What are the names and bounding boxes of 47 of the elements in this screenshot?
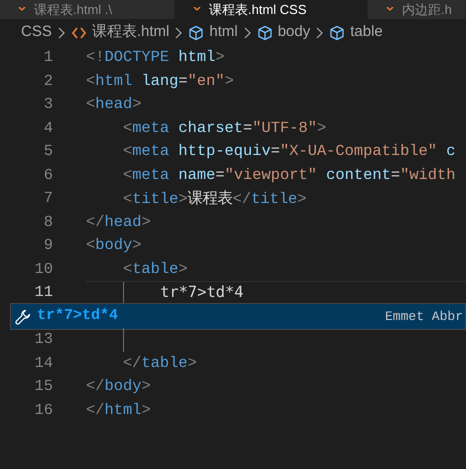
- code-icon: [70, 24, 87, 40]
- cube-icon: [329, 24, 346, 40]
- chevron-icon: [316, 26, 324, 38]
- line-number: 10: [34, 258, 53, 280]
- breadcrumb-item[interactable]: html: [209, 21, 238, 44]
- code-line: </html>: [86, 400, 151, 421]
- editor-tab[interactable]: 内边距.h: [368, 0, 466, 19]
- chevron-icon: [58, 26, 65, 38]
- code-line: <meta charset="UTF-8">: [122, 118, 326, 139]
- code-line: <head>: [86, 94, 142, 116]
- code-line: <html lang="en">: [86, 70, 234, 92]
- chevron-icon: [244, 26, 251, 38]
- breadcrumb-item[interactable]: body: [278, 21, 310, 44]
- suggestion-item[interactable]: tr*7>td*4 Emmet Abbr: [10, 303, 466, 330]
- line-number: 2: [42, 70, 53, 92]
- editor-tab[interactable]: 课程表.html .\: [0, 0, 175, 19]
- code-line: </body>: [86, 376, 151, 398]
- code-line: </table>: [122, 352, 197, 374]
- line-number: 11: [34, 282, 53, 304]
- code-line: <meta name="viewport" content="width: [122, 164, 456, 186]
- code-line: tr*7>td*4: [159, 282, 244, 303]
- line-number: 3: [42, 94, 53, 116]
- editor-tab[interactable]: 课程表.html CSS: [175, 0, 368, 19]
- code-line: </head>: [86, 212, 151, 233]
- code-line: <table>: [122, 258, 188, 280]
- breadcrumb-item[interactable]: table: [350, 21, 383, 44]
- wrench-icon: [15, 308, 31, 324]
- line-number: 9: [42, 235, 53, 256]
- line-number: 1: [42, 47, 53, 68]
- breadcrumb-item[interactable]: CSS: [21, 21, 52, 44]
- code-line: <title>课程表</title>: [122, 188, 307, 210]
- code-line: <!DOCTYPE html>: [86, 47, 225, 68]
- line-number: 15: [34, 376, 53, 398]
- line-number: 16: [34, 400, 53, 421]
- line-number: 8: [42, 212, 53, 233]
- line-number: 14: [34, 352, 53, 374]
- line-number: 4: [42, 118, 53, 139]
- chevron-icon: [175, 26, 182, 38]
- line-number: 6: [42, 164, 53, 186]
- code-line: <meta http-equiv="X-UA-Compatible" c: [122, 141, 456, 162]
- cube-icon: [188, 24, 204, 40]
- line-number: 13: [34, 329, 53, 350]
- line-number: 5: [42, 141, 53, 162]
- breadcrumb-item[interactable]: 课程表.html: [92, 21, 170, 44]
- cube-icon: [256, 24, 273, 40]
- code-line: <body>: [86, 235, 142, 256]
- line-number: 7: [42, 188, 53, 210]
